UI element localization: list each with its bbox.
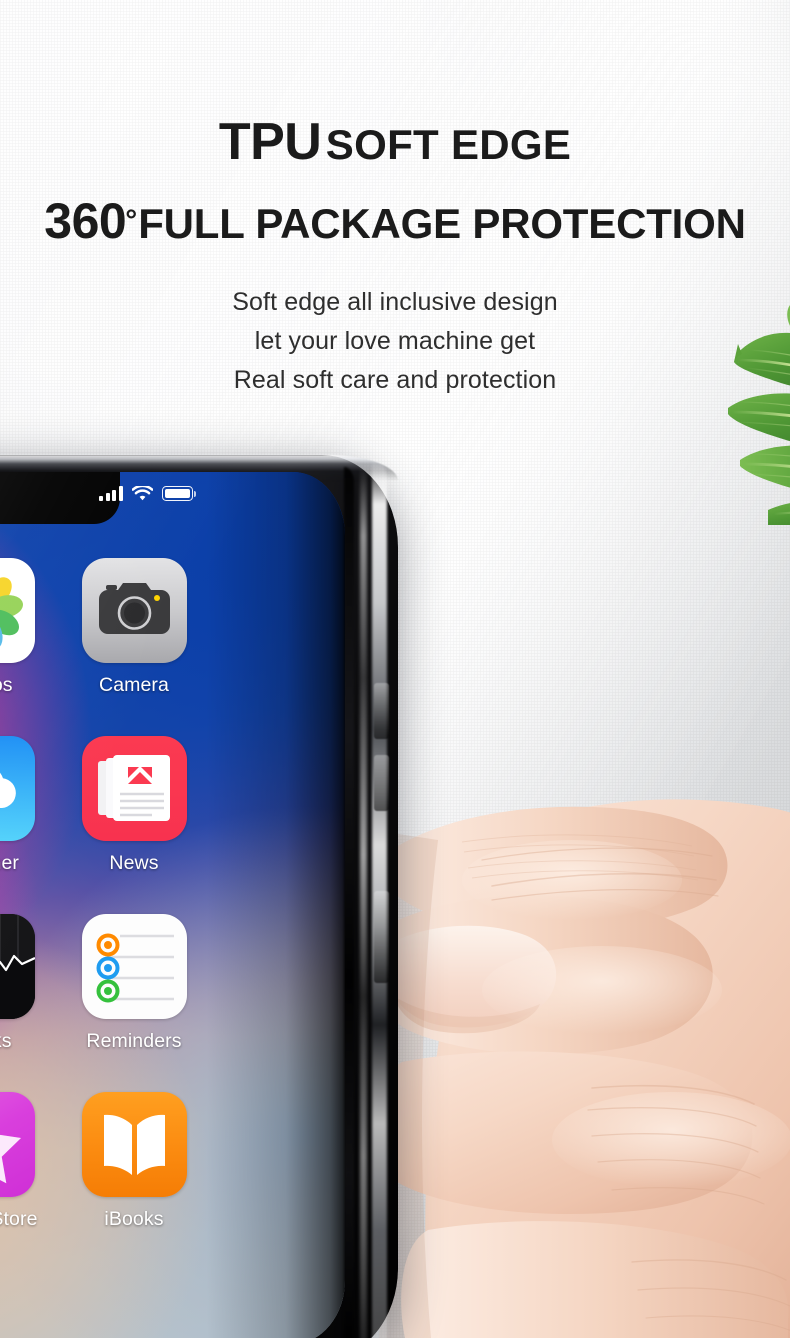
subcopy-line: Real soft care and protection: [233, 366, 557, 394]
app-label: Reminders: [86, 1030, 182, 1052]
subcopy-line: let your love machine get: [254, 327, 536, 355]
camera-icon[interactable]: [81, 558, 187, 663]
headline-secondary-rest: FULL PACKAGE PROTECTION: [138, 200, 746, 247]
phone-screen[interactable]: Photos C: [0, 472, 345, 1338]
headline-primary-rest: SOFT EDGE: [325, 121, 572, 168]
hand-holding-phone: [372, 690, 790, 1338]
app-cell-news[interactable]: News: [58, 736, 210, 914]
app-label: Camera: [99, 674, 169, 696]
volume-down-button[interactable]: [374, 755, 389, 811]
headline-secondary-number: 360: [44, 193, 127, 249]
power-button[interactable]: [374, 891, 389, 983]
app-row: Stocks: [0, 914, 345, 1092]
itunes-store-icon[interactable]: [0, 1092, 35, 1197]
subcopy-line: Soft edge all inclusive design: [232, 288, 558, 316]
home-screen-grid: Photos C: [0, 558, 345, 1270]
app-cell-camera[interactable]: Camera: [58, 558, 210, 736]
app-label: Photos: [0, 674, 13, 696]
headline-primary-strong: TPU: [218, 113, 322, 171]
app-label: Stocks: [0, 1030, 12, 1052]
news-icon[interactable]: [81, 736, 187, 841]
app-row: Photos C: [0, 558, 345, 736]
battery-icon: [162, 486, 197, 501]
subcopy: Soft edge all inclusive design let your …: [0, 283, 790, 400]
app-cell-photos[interactable]: Photos: [0, 558, 58, 736]
app-row: iTunes Store iBooks: [0, 1092, 345, 1270]
app-label: News: [109, 852, 159, 874]
app-cell-reminders[interactable]: Reminders: [58, 914, 210, 1092]
case-secondary-highlight: [360, 465, 367, 1338]
volume-up-button[interactable]: [374, 683, 389, 739]
app-cell-weather[interactable]: Weather: [0, 736, 58, 914]
case-inner-groove: [344, 467, 354, 1338]
stocks-icon[interactable]: [0, 914, 35, 1019]
app-cell-ibooks[interactable]: iBooks: [58, 1092, 210, 1270]
status-bar: [99, 484, 197, 501]
app-label: iBooks: [104, 1208, 164, 1230]
ibooks-icon[interactable]: [81, 1092, 187, 1197]
reminders-icon[interactable]: [81, 914, 187, 1019]
weather-icon[interactable]: [0, 736, 35, 841]
app-label: iTunes Store: [0, 1208, 38, 1230]
wifi-icon: [131, 484, 154, 501]
app-label: Weather: [0, 852, 20, 874]
photos-icon[interactable]: [0, 558, 35, 663]
app-row: Weather: [0, 736, 345, 914]
headline-secondary: 360°FULL PACKAGE PROTECTION: [0, 196, 790, 246]
iphone-x-device: Photos C: [0, 455, 398, 1338]
headline-primary: TPU SOFT EDGE: [0, 116, 790, 168]
degree-symbol: °: [125, 203, 138, 237]
signal-bars-icon: [99, 486, 123, 501]
app-cell-stocks[interactable]: Stocks: [0, 914, 58, 1092]
product-banner: Photos C: [0, 0, 790, 1338]
app-cell-itunes-store[interactable]: iTunes Store: [0, 1092, 58, 1270]
